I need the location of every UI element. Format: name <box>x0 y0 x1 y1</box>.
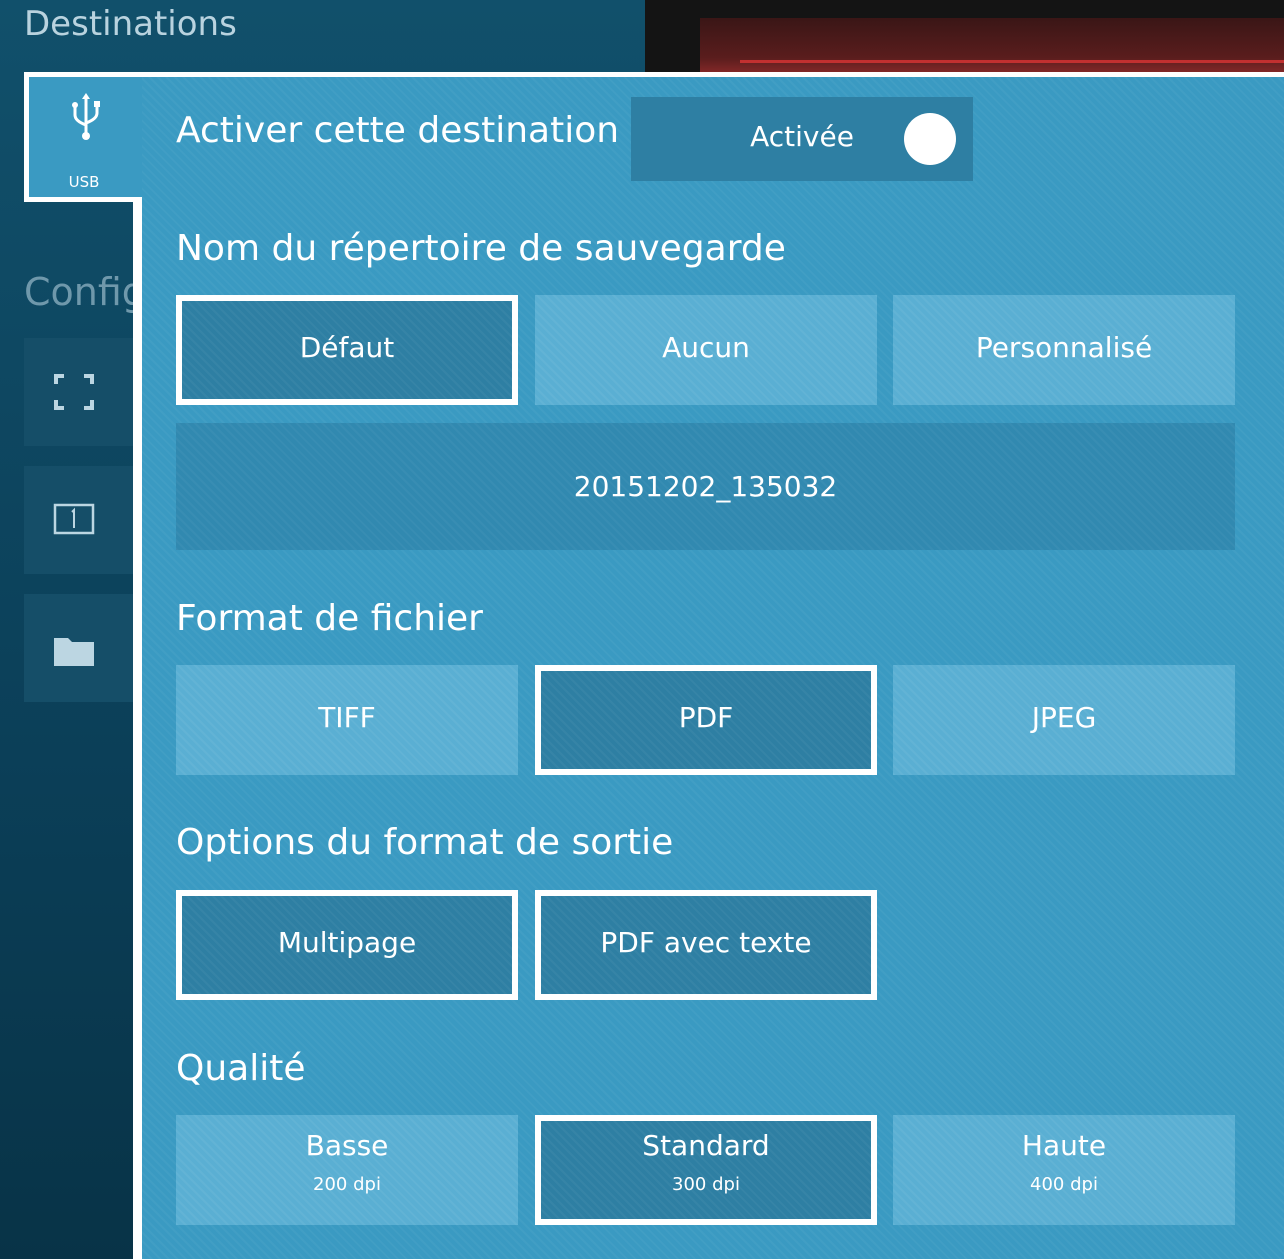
destinations-title: Destinations <box>24 4 237 44</box>
quality-low-label: Basse <box>305 1129 389 1162</box>
pdf-with-text-toggle[interactable]: PDF avec texte <box>535 890 877 1000</box>
multipage-label: Multipage <box>277 926 417 959</box>
quality-low-button[interactable]: Basse 200 dpi <box>176 1115 518 1225</box>
scan-preview-edge <box>740 60 1284 63</box>
quality-standard-label: Standard <box>642 1129 770 1162</box>
enable-heading: Activer cette destination <box>176 110 620 151</box>
format-tiff-label: TIFF <box>318 701 376 734</box>
tab-joint <box>133 77 142 197</box>
fullscreen-tile[interactable] <box>24 338 144 446</box>
directory-none-button[interactable]: Aucun <box>535 295 877 405</box>
file-format-heading: Format de fichier <box>176 598 483 639</box>
usb-tab-label: USB <box>68 173 100 191</box>
fullscreen-icon <box>54 374 94 410</box>
format-jpeg-button[interactable]: JPEG <box>893 665 1235 775</box>
format-pdf-button[interactable]: PDF <box>535 665 877 775</box>
toggle-knob[interactable] <box>904 113 956 165</box>
quality-standard-dpi: 300 dpi <box>672 1174 740 1195</box>
folder-tile[interactable] <box>24 594 144 702</box>
format-pdf-label: PDF <box>678 701 734 734</box>
directory-default-button[interactable]: Défaut <box>176 295 518 405</box>
quality-heading: Qualité <box>176 1048 306 1089</box>
quality-high-button[interactable]: Haute 400 dpi <box>893 1115 1235 1225</box>
format-tiff-button[interactable]: TIFF <box>176 665 518 775</box>
pdf-with-text-label: PDF avec texte <box>600 926 812 959</box>
usb-tab[interactable]: USB <box>24 72 138 202</box>
usb-icon <box>72 93 100 140</box>
directory-none-label: Aucun <box>662 331 750 364</box>
quality-low-dpi: 200 dpi <box>313 1174 381 1195</box>
directory-default-label: Défaut <box>299 331 395 364</box>
directory-heading: Nom du répertoire de sauvegarde <box>176 228 786 269</box>
config-title: Config <box>24 270 146 314</box>
output-options-heading: Options du format de sortie <box>176 822 674 863</box>
quality-high-dpi: 400 dpi <box>1030 1174 1098 1195</box>
directory-custom-button[interactable]: Personnalisé <box>893 295 1235 405</box>
directory-name-field[interactable]: 20151202_135032 <box>176 423 1235 550</box>
quality-standard-button[interactable]: Standard 300 dpi <box>535 1115 877 1225</box>
single-page-tile[interactable] <box>24 466 144 574</box>
scan-preview-image <box>700 18 1284 75</box>
directory-custom-label: Personnalisé <box>975 331 1153 364</box>
multipage-toggle[interactable]: Multipage <box>176 890 518 1000</box>
format-jpeg-label: JPEG <box>1031 701 1097 734</box>
folder-icon <box>54 638 94 666</box>
quality-high-label: Haute <box>1021 1129 1107 1162</box>
single-page-icon <box>53 503 95 535</box>
